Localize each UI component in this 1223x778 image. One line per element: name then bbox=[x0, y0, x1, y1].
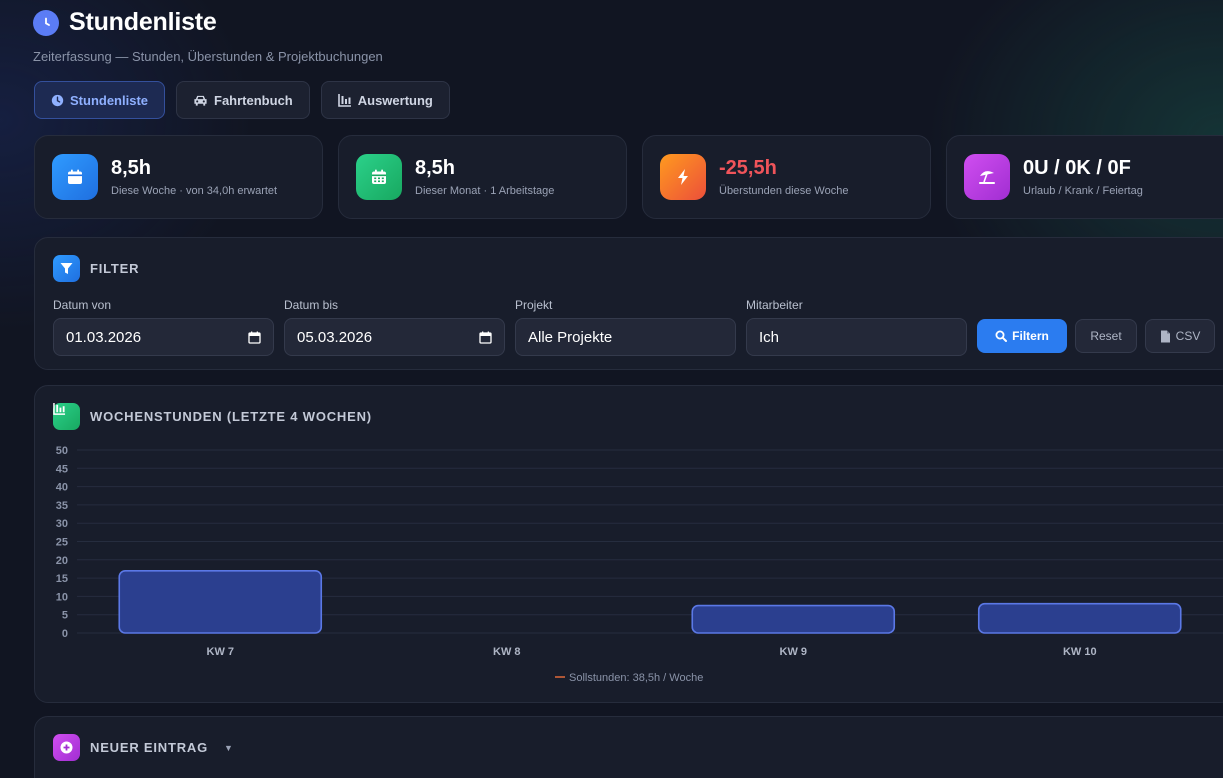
filter-icon bbox=[53, 255, 80, 282]
date-from-input[interactable]: 01.03.2026 bbox=[53, 318, 274, 356]
date-to-value: 05.03.2026 bbox=[297, 328, 373, 346]
new-entry-toggle[interactable]: NEUER EINTRAG ▼ bbox=[53, 734, 233, 761]
csv-button[interactable]: CSV bbox=[1145, 319, 1215, 353]
clock-icon bbox=[33, 9, 59, 36]
page-header: Stundenliste Zeiterfassung — Stunden, Üb… bbox=[33, 8, 383, 64]
date-to-input[interactable]: 05.03.2026 bbox=[284, 318, 505, 356]
y-tick-label: 50 bbox=[56, 445, 68, 457]
x-tick-label: KW 10 bbox=[1063, 646, 1097, 658]
project-select[interactable]: Alle Projekte bbox=[515, 318, 736, 356]
y-tick-label: 25 bbox=[56, 537, 68, 549]
calendar-week-icon bbox=[52, 154, 98, 200]
csv-button-label: CSV bbox=[1175, 329, 1201, 343]
stat-card-week: 8,5h Diese Woche · von 34,0h erwartet bbox=[34, 135, 323, 219]
clock-icon bbox=[51, 94, 64, 106]
new-entry-panel: NEUER EINTRAG ▼ bbox=[34, 716, 1223, 778]
date-to-label: Datum bis bbox=[284, 298, 339, 312]
page-title: Stundenliste bbox=[69, 8, 217, 36]
panel-title: FILTER bbox=[90, 261, 140, 276]
chart-icon bbox=[337, 93, 351, 107]
y-tick-label: 15 bbox=[56, 573, 68, 585]
weekly-hours-chart: 0 5 10 15 20 25 30 35 40 45 50 KW 7 KW 8 KW 9 KW 10 Sol… bbox=[56, 445, 1223, 684]
panel-title: NEUER EINTRAG bbox=[90, 740, 209, 755]
search-icon bbox=[995, 330, 1008, 342]
y-tick-label: 20 bbox=[56, 555, 68, 567]
tab-label: Auswertung bbox=[357, 92, 433, 108]
tab-label: Stundenliste bbox=[70, 92, 149, 108]
date-from-value: 01.03.2026 bbox=[66, 328, 142, 346]
tab-label: Fahrtenbuch bbox=[214, 92, 293, 108]
y-tick-label: 10 bbox=[56, 591, 68, 603]
x-tick-label: KW 8 bbox=[493, 646, 521, 658]
chart-panel: WOCHENSTUNDEN (LETZTE 4 WOCHEN) 0 5 10 15 20… bbox=[34, 385, 1223, 703]
stat-label: Urlaub / Krank / Feiertag bbox=[1023, 185, 1143, 197]
calendar-icon[interactable] bbox=[248, 331, 261, 344]
car-icon bbox=[194, 95, 207, 106]
x-tick-label: KW 7 bbox=[207, 646, 235, 658]
filter-button[interactable]: Filtern bbox=[977, 319, 1067, 353]
filter-panel: FILTER Datum von 01.03.2026 Datum bis 05… bbox=[34, 237, 1223, 370]
y-tick-label: 30 bbox=[56, 518, 68, 530]
calendar-month-icon bbox=[356, 154, 402, 200]
tab-bar: Stundenliste Fahrtenbuch Auswertung bbox=[34, 81, 450, 119]
stat-card-month: 8,5h Dieser Monat · 1 Arbeitstage bbox=[338, 135, 627, 219]
employee-value: Ich bbox=[759, 328, 780, 346]
y-tick-label: 5 bbox=[62, 610, 68, 622]
tab-stundenliste[interactable]: Stundenliste bbox=[34, 81, 166, 119]
reset-button-label: Reset bbox=[1090, 329, 1122, 343]
y-tick-label: 45 bbox=[56, 463, 68, 475]
project-value: Alle Projekte bbox=[528, 328, 613, 346]
date-from-label: Datum von bbox=[53, 298, 112, 312]
stat-label: Diese Woche · von 34,0h erwartet bbox=[111, 185, 278, 197]
stat-value: -25,5h bbox=[719, 157, 777, 179]
employee-label: Mitarbeiter bbox=[746, 298, 803, 312]
page-subtitle: Zeiterfassung — Stunden, Überstunden & P… bbox=[33, 49, 383, 64]
y-tick-label: 35 bbox=[56, 500, 68, 512]
csv-file-icon bbox=[1160, 330, 1170, 342]
umbrella-beach-icon bbox=[964, 154, 1010, 200]
y-tick-label: 0 bbox=[62, 628, 68, 640]
legend-label: Sollstunden: 38,5h / Woche bbox=[569, 672, 703, 684]
stat-label: Überstunden diese Woche bbox=[719, 185, 849, 197]
stat-value: 0U / 0K / 0F bbox=[1023, 157, 1131, 179]
reset-button[interactable]: Reset bbox=[1075, 319, 1137, 353]
bar bbox=[977, 602, 1182, 634]
caret-down-icon[interactable]: ▼ bbox=[224, 743, 233, 753]
plus-circle-icon bbox=[53, 734, 80, 761]
calendar-icon[interactable] bbox=[479, 331, 492, 344]
tab-fahrtenbuch[interactable]: Fahrtenbuch bbox=[176, 81, 310, 119]
tab-auswertung[interactable]: Auswertung bbox=[320, 81, 450, 119]
stat-card-overtime: -25,5h Überstunden diese Woche bbox=[642, 135, 931, 219]
stat-value: 8,5h bbox=[111, 157, 152, 179]
stat-value: 8,5h bbox=[415, 157, 456, 179]
filter-button-label: Filtern bbox=[1012, 329, 1049, 343]
x-tick-label: KW 9 bbox=[780, 646, 808, 658]
project-label: Projekt bbox=[515, 298, 553, 312]
stat-card-absence: 0U / 0K / 0F Urlaub / Krank / Feiertag bbox=[946, 135, 1223, 219]
y-tick-label: 40 bbox=[56, 482, 68, 494]
stats-row: 8,5h Diese Woche · von 34,0h erwartet 8,… bbox=[34, 135, 1223, 219]
bar bbox=[118, 569, 323, 634]
bar bbox=[691, 604, 896, 634]
stat-label: Dieser Monat · 1 Arbeitstage bbox=[415, 185, 555, 197]
bolt-icon bbox=[660, 154, 706, 200]
employee-select[interactable]: Ich bbox=[746, 318, 967, 356]
